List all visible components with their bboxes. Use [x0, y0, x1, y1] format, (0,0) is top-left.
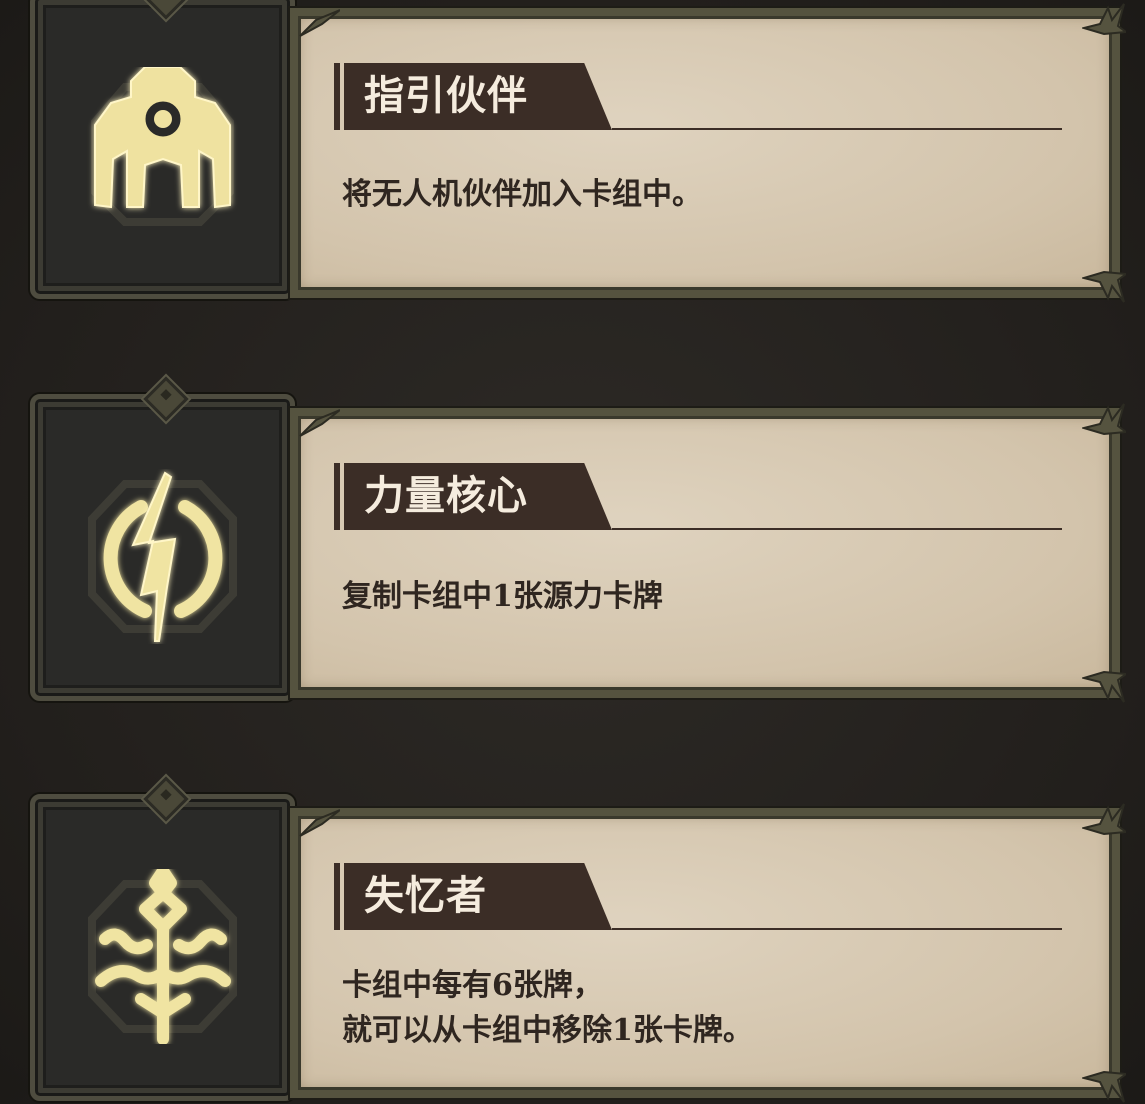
relic-description: 卡组中每有6张牌， 就可以从卡组中移除1张卡牌。	[342, 963, 753, 1053]
title-divider	[612, 128, 1062, 130]
thorn-ornament	[296, 406, 340, 450]
description-line: 复制卡组中1张源力卡牌	[342, 579, 663, 614]
thorn-ornament	[296, 6, 340, 50]
frame-gem-ornament	[142, 0, 189, 20]
relic-title-tab: 失忆者	[334, 863, 612, 930]
thorn-ornament	[1082, 660, 1126, 704]
description-line: 就可以从卡组中移除1张卡牌。	[342, 1013, 753, 1048]
thorn-ornament	[1082, 802, 1126, 846]
title-divider	[612, 528, 1062, 530]
power-core-lightning-icon	[75, 469, 250, 644]
thorn-ornament	[1082, 260, 1126, 304]
relic-text-panel: 指引伙伴 将无人机伙伴加入卡组中。	[290, 3, 1126, 303]
relic-title-tab: 力量核心	[334, 463, 612, 530]
thorn-ornament	[296, 806, 340, 850]
relic-description: 复制卡组中1张源力卡牌	[342, 574, 663, 619]
description-line: 将无人机伙伴加入卡组中。	[342, 177, 702, 212]
relic-description: 将无人机伙伴加入卡组中。	[342, 172, 702, 217]
relic-icon-frame	[30, 376, 295, 701]
amnesiac-rune-icon	[75, 869, 250, 1044]
relic-title-tab: 指引伙伴	[334, 63, 612, 130]
thorn-ornament	[1082, 1060, 1126, 1104]
title-divider	[612, 928, 1062, 930]
relic-icon-frame	[30, 776, 295, 1101]
relic-text-panel: 失忆者 卡组中每有6张牌， 就可以从卡组中移除1张卡牌。	[290, 803, 1126, 1103]
description-line: 卡组中每有6张牌，	[342, 968, 603, 1003]
relic-title: 失忆者	[364, 873, 487, 919]
relic-title: 指引伙伴	[364, 73, 528, 119]
drone-companion-icon	[75, 67, 250, 242]
relic-text-panel: 力量核心 复制卡组中1张源力卡牌	[290, 403, 1126, 703]
thorn-ornament	[1082, 402, 1126, 446]
frame-gem-ornament	[142, 376, 189, 422]
frame-gem-ornament	[142, 776, 189, 822]
thorn-ornament	[1082, 2, 1126, 46]
relic-icon-frame	[30, 0, 295, 299]
relic-title: 力量核心	[364, 473, 528, 519]
